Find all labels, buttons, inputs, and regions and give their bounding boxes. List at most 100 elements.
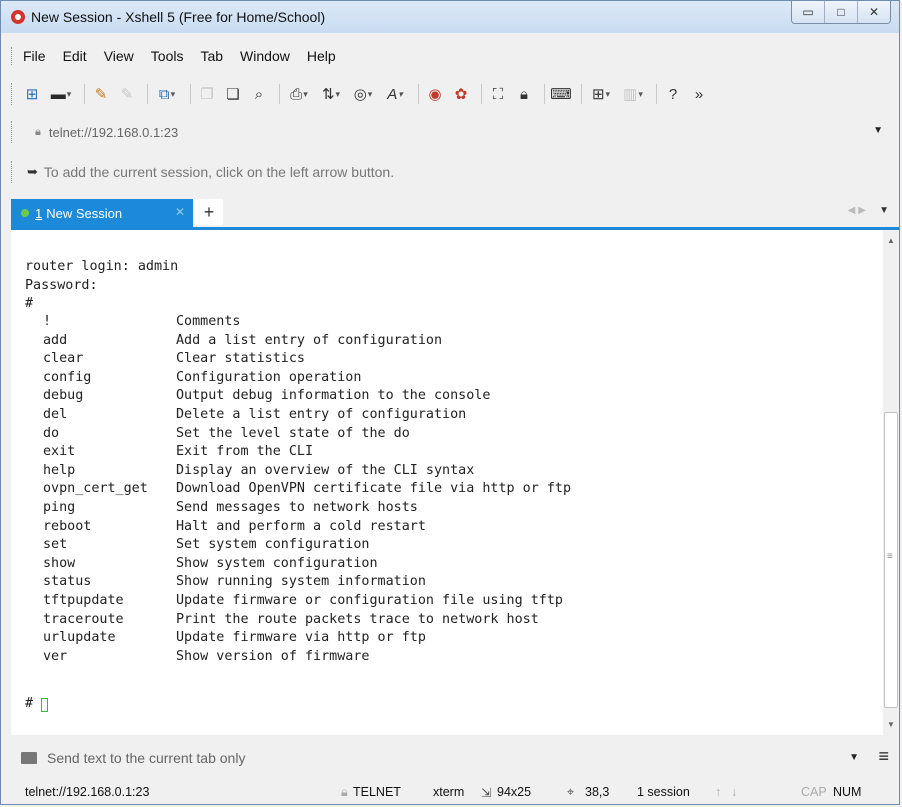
command-description: Show version of firmware	[176, 648, 370, 664]
chevron-down-icon[interactable]: ▼	[873, 125, 883, 136]
menu-icon[interactable]: ≡	[878, 746, 889, 767]
command-name: set	[43, 537, 68, 553]
scrollbar-thumb[interactable]	[884, 412, 898, 708]
chevron-down-icon[interactable]: ▼	[879, 205, 889, 216]
terminal-size-icon: ⇲	[481, 786, 492, 800]
compose-bar[interactable]: Send text to the current tab only ▼ ≡	[11, 743, 899, 773]
menu-bar: File Edit View Tools Tab Window Help	[1, 43, 899, 69]
transfer-icon[interactable]: ⇅	[317, 83, 345, 105]
menu-edit[interactable]: Edit	[63, 48, 87, 64]
toolbar-separator	[656, 84, 657, 104]
xshell-window: New Session - Xshell 5 (Free for Home/Sc…	[0, 0, 900, 805]
title-bar[interactable]: New Session - Xshell 5 (Free for Home/Sc…	[1, 1, 899, 33]
command-description: Clear statistics	[176, 351, 305, 367]
xmanager-icon[interactable]: ✿	[450, 83, 472, 105]
font-icon[interactable]: A	[381, 83, 409, 105]
address-bar[interactable]: 🔒︎ telnet://192.168.0.1:23 ▼	[1, 117, 899, 147]
status-num: NUM	[833, 785, 862, 799]
lock-icon: 🔒︎	[35, 125, 41, 138]
scroll-up-icon[interactable]: ▲	[887, 236, 895, 245]
window-title: New Session - Xshell 5 (Free for Home/Sc…	[31, 9, 326, 25]
command-name: do	[43, 425, 60, 441]
add-tab-button[interactable]: +	[195, 199, 223, 225]
close-icon[interactable]: ✕	[857, 1, 890, 23]
hint-grip[interactable]	[11, 161, 14, 183]
add-panel-icon[interactable]: ⊞	[587, 83, 615, 105]
hint-text: To add the current session, click on the…	[43, 164, 395, 180]
toolbar-separator	[544, 84, 545, 104]
command-description: Comments	[176, 314, 241, 329]
tab-new-session[interactable]: 1 New Session ✕	[11, 199, 193, 227]
toolbar-separator	[147, 84, 148, 104]
help-icon[interactable]: ?	[662, 83, 684, 105]
close-icon[interactable]: ✕	[175, 205, 185, 219]
chevron-down-icon[interactable]: ▼	[849, 752, 859, 763]
menu-tab[interactable]: Tab	[200, 48, 223, 64]
command-row: reboot Halt and perform a cold restart	[25, 518, 426, 534]
terminal-prompt: #	[25, 696, 34, 711]
new-session-icon[interactable]: ⊞	[21, 83, 43, 105]
command-description: Display an overview of the CLI syntax	[176, 462, 475, 478]
command-description: Exit from the CLI	[176, 444, 314, 460]
command-row: traceroute Print the route packets trace …	[25, 611, 539, 627]
menu-window[interactable]: Window	[240, 48, 290, 64]
open-folder-icon[interactable]: ▬	[47, 83, 75, 105]
keyboard-icon[interactable]: ⌨	[550, 83, 572, 105]
print-icon[interactable]: ⎙	[285, 83, 313, 105]
command-name: status	[43, 574, 92, 590]
scroll-down-icon[interactable]: ▼	[887, 720, 895, 729]
command-description: Show system configuration	[176, 555, 378, 571]
cursor-position-icon: ⌖	[567, 785, 575, 799]
command-name: help	[43, 462, 76, 478]
menu-file[interactable]: File	[23, 48, 46, 64]
menu-help[interactable]: Help	[307, 48, 336, 64]
globe-icon[interactable]: ◎	[349, 83, 377, 105]
status-sessions: 1 session	[637, 785, 690, 799]
command-row: ! Comments	[25, 314, 241, 329]
maximize-icon[interactable]: □	[824, 1, 857, 23]
reconnect-icon[interactable]: ✎	[90, 83, 112, 105]
command-row: debug Output debug information to the con…	[25, 388, 490, 404]
find-icon[interactable]: ⌕	[248, 83, 270, 105]
compose-text[interactable]: Send text to the current tab only	[47, 750, 245, 766]
copy-icon[interactable]: ❐	[196, 83, 218, 105]
new-tab-icon[interactable]: ⧉	[153, 83, 181, 105]
command-name: traceroute	[43, 611, 124, 627]
menu-grip[interactable]	[11, 47, 14, 65]
lock-icon[interactable]: 🔒︎	[513, 83, 535, 105]
layout-icon[interactable]: ▥	[619, 83, 647, 105]
tab-number: 1	[35, 205, 43, 221]
toolbar: ⊞ ▬ ✎ ✎ ⧉ ❐ ❏ ⌕ ⎙ ⇅ ◎ A ◉ ✿ ⛶ 🔒︎ ⌨ ⊞ ▥ ?…	[1, 77, 899, 111]
paste-icon[interactable]: ❏	[222, 83, 244, 105]
tab-bar: 1 New Session ✕ + ◀▶ ▼	[1, 195, 899, 227]
toolbar-separator	[190, 84, 191, 104]
command-name: del	[43, 407, 68, 422]
terminal-output[interactable]: router login: admin Password: # ! Comment…	[11, 230, 883, 735]
disconnect-icon[interactable]: ✎	[116, 83, 138, 105]
toolbar-separator	[481, 84, 482, 104]
command-name: ovpn_cert_get	[43, 481, 148, 497]
command-name: add	[43, 332, 68, 348]
command-name: reboot	[43, 518, 92, 534]
xftp-icon[interactable]: ◉	[424, 83, 446, 105]
status-protocol: TELNET	[353, 785, 401, 799]
toolbar-separator	[84, 84, 85, 104]
command-name: show	[43, 555, 76, 571]
toolbar-grip[interactable]	[11, 83, 14, 105]
add-session-arrow-icon[interactable]: ➥	[27, 164, 38, 180]
command-row: add Add a list entry of configuration	[25, 332, 442, 348]
menu-view[interactable]: View	[104, 48, 134, 64]
overflow-icon[interactable]: »	[688, 83, 710, 105]
fullscreen-icon[interactable]: ⛶	[487, 83, 509, 105]
address-grip[interactable]	[11, 121, 14, 143]
terminal-scrollbar[interactable]: ▲ ▼	[883, 230, 899, 735]
command-row: do Set the level state of the do	[25, 425, 410, 441]
menu-tools[interactable]: Tools	[151, 48, 184, 64]
command-name: debug	[43, 388, 84, 404]
command-row: config Configuration operation	[25, 370, 361, 385]
command-row: ovpn_cert_get Download OpenVPN certificat…	[25, 481, 571, 497]
minimize-icon[interactable]: ▭	[792, 1, 824, 23]
address-value[interactable]: telnet://192.168.0.1:23	[49, 125, 178, 140]
tab-scroll-arrows-icon[interactable]: ◀▶	[848, 205, 869, 216]
command-row: exit Exit from the CLI	[25, 444, 313, 459]
